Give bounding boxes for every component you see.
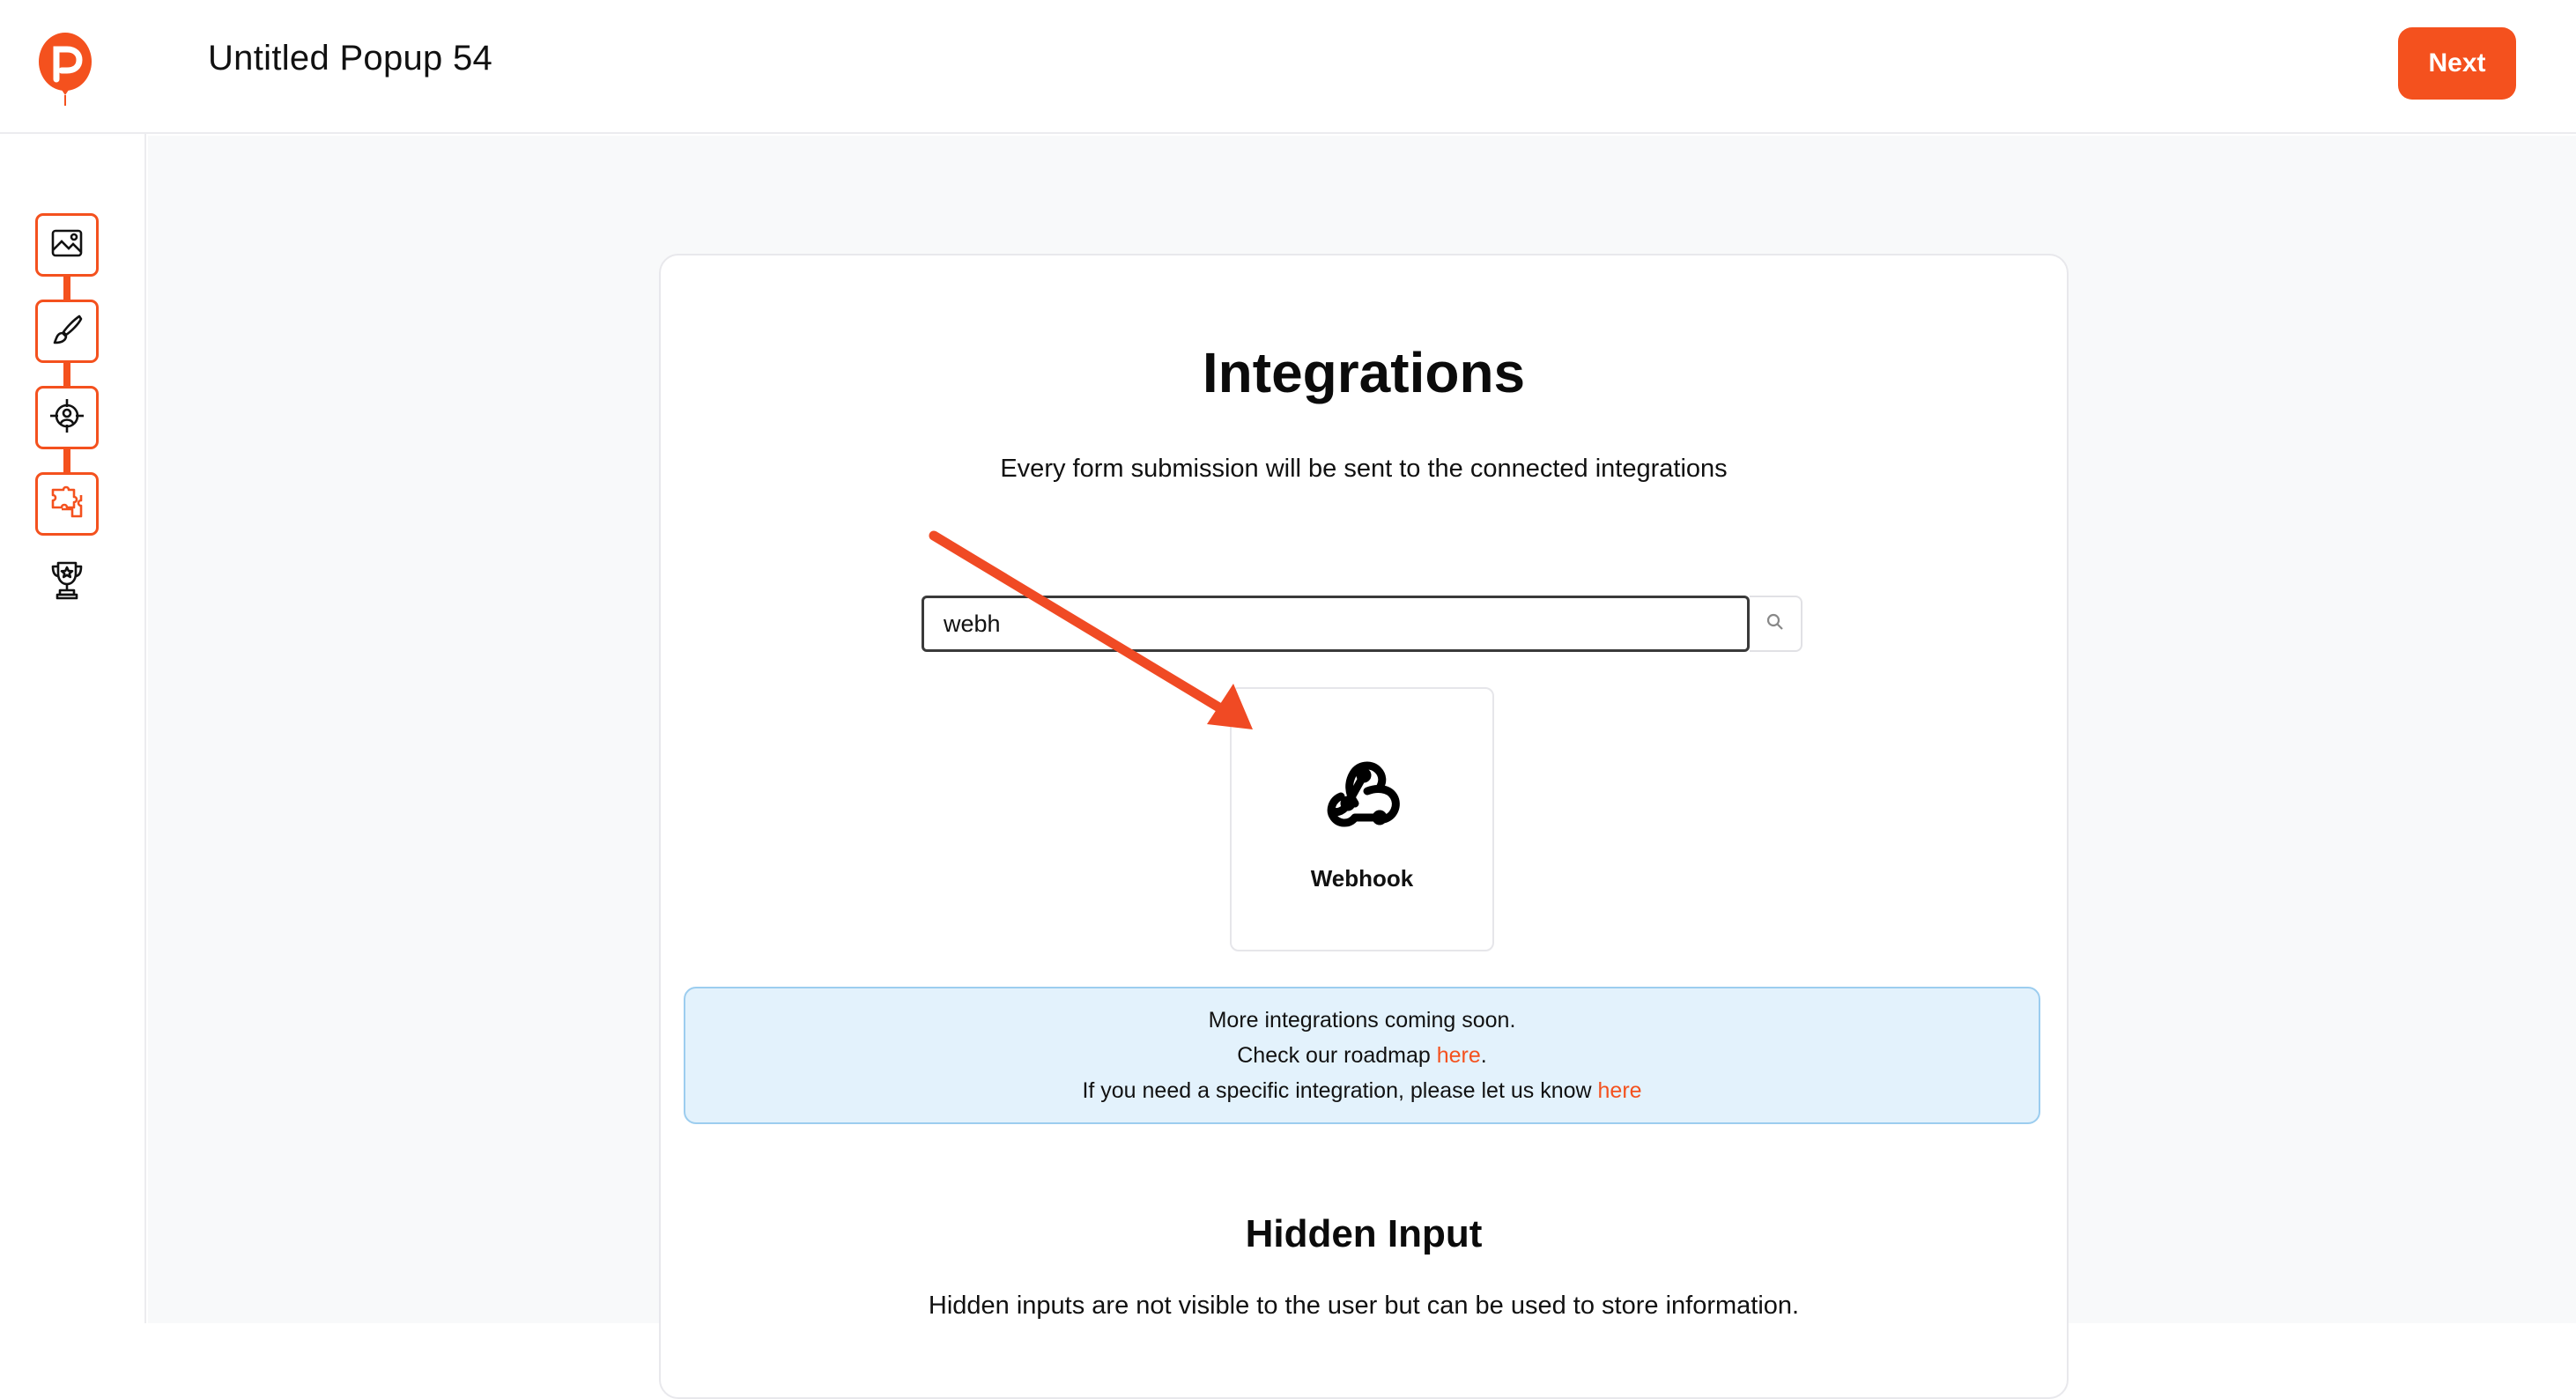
next-button[interactable]: Next <box>2398 27 2516 100</box>
step-design[interactable] <box>35 300 99 363</box>
integration-search <box>922 596 1802 652</box>
top-bar: Untitled Popup 54 Next <box>0 0 2576 134</box>
page-title: Untitled Popup 54 <box>208 39 493 78</box>
integrations-subtitle: Every form submission will be sent to th… <box>1000 455 1728 483</box>
integration-search-input[interactable] <box>922 596 1750 652</box>
step-image[interactable] <box>35 213 99 277</box>
webhook-icon <box>1321 749 1406 833</box>
integration-tile-webhook[interactable]: Webhook <box>1230 687 1494 951</box>
brush-icon <box>49 312 85 352</box>
request-integration-link[interactable]: here <box>1598 1078 1642 1103</box>
roadmap-link[interactable]: here <box>1437 1043 1481 1068</box>
image-icon <box>49 226 85 265</box>
hidden-input-title: Hidden Input <box>1245 1212 1483 1255</box>
trophy-icon <box>49 559 85 604</box>
notice-line-3: If you need a specific integration, plea… <box>685 1073 2039 1108</box>
integrations-title: Integrations <box>1202 341 1526 404</box>
target-icon <box>48 397 85 439</box>
notice-roadmap-text: Check our roadmap <box>1237 1043 1437 1068</box>
step-results[interactable] <box>42 557 92 606</box>
search-button[interactable] <box>1750 596 1802 652</box>
integrations-notice: More integrations coming soon. Check our… <box>684 987 2040 1124</box>
balloon-logo-icon[interactable] <box>37 32 93 106</box>
search-icon <box>1765 611 1786 637</box>
notice-line-1: More integrations coming soon. <box>1208 1008 1516 1033</box>
notice-roadmap-suffix: . <box>1480 1043 1487 1068</box>
notice-line-2: Check our roadmap here. <box>685 1038 2039 1073</box>
hidden-input-description: Hidden inputs are not visible to the use… <box>928 1292 1800 1320</box>
integration-label-webhook: Webhook <box>1310 865 1414 892</box>
step-targeting[interactable] <box>35 386 99 449</box>
notice-request-text: If you need a specific integration, plea… <box>1082 1078 1598 1103</box>
puzzle-icon <box>48 483 86 526</box>
step-integrations[interactable] <box>35 472 99 536</box>
